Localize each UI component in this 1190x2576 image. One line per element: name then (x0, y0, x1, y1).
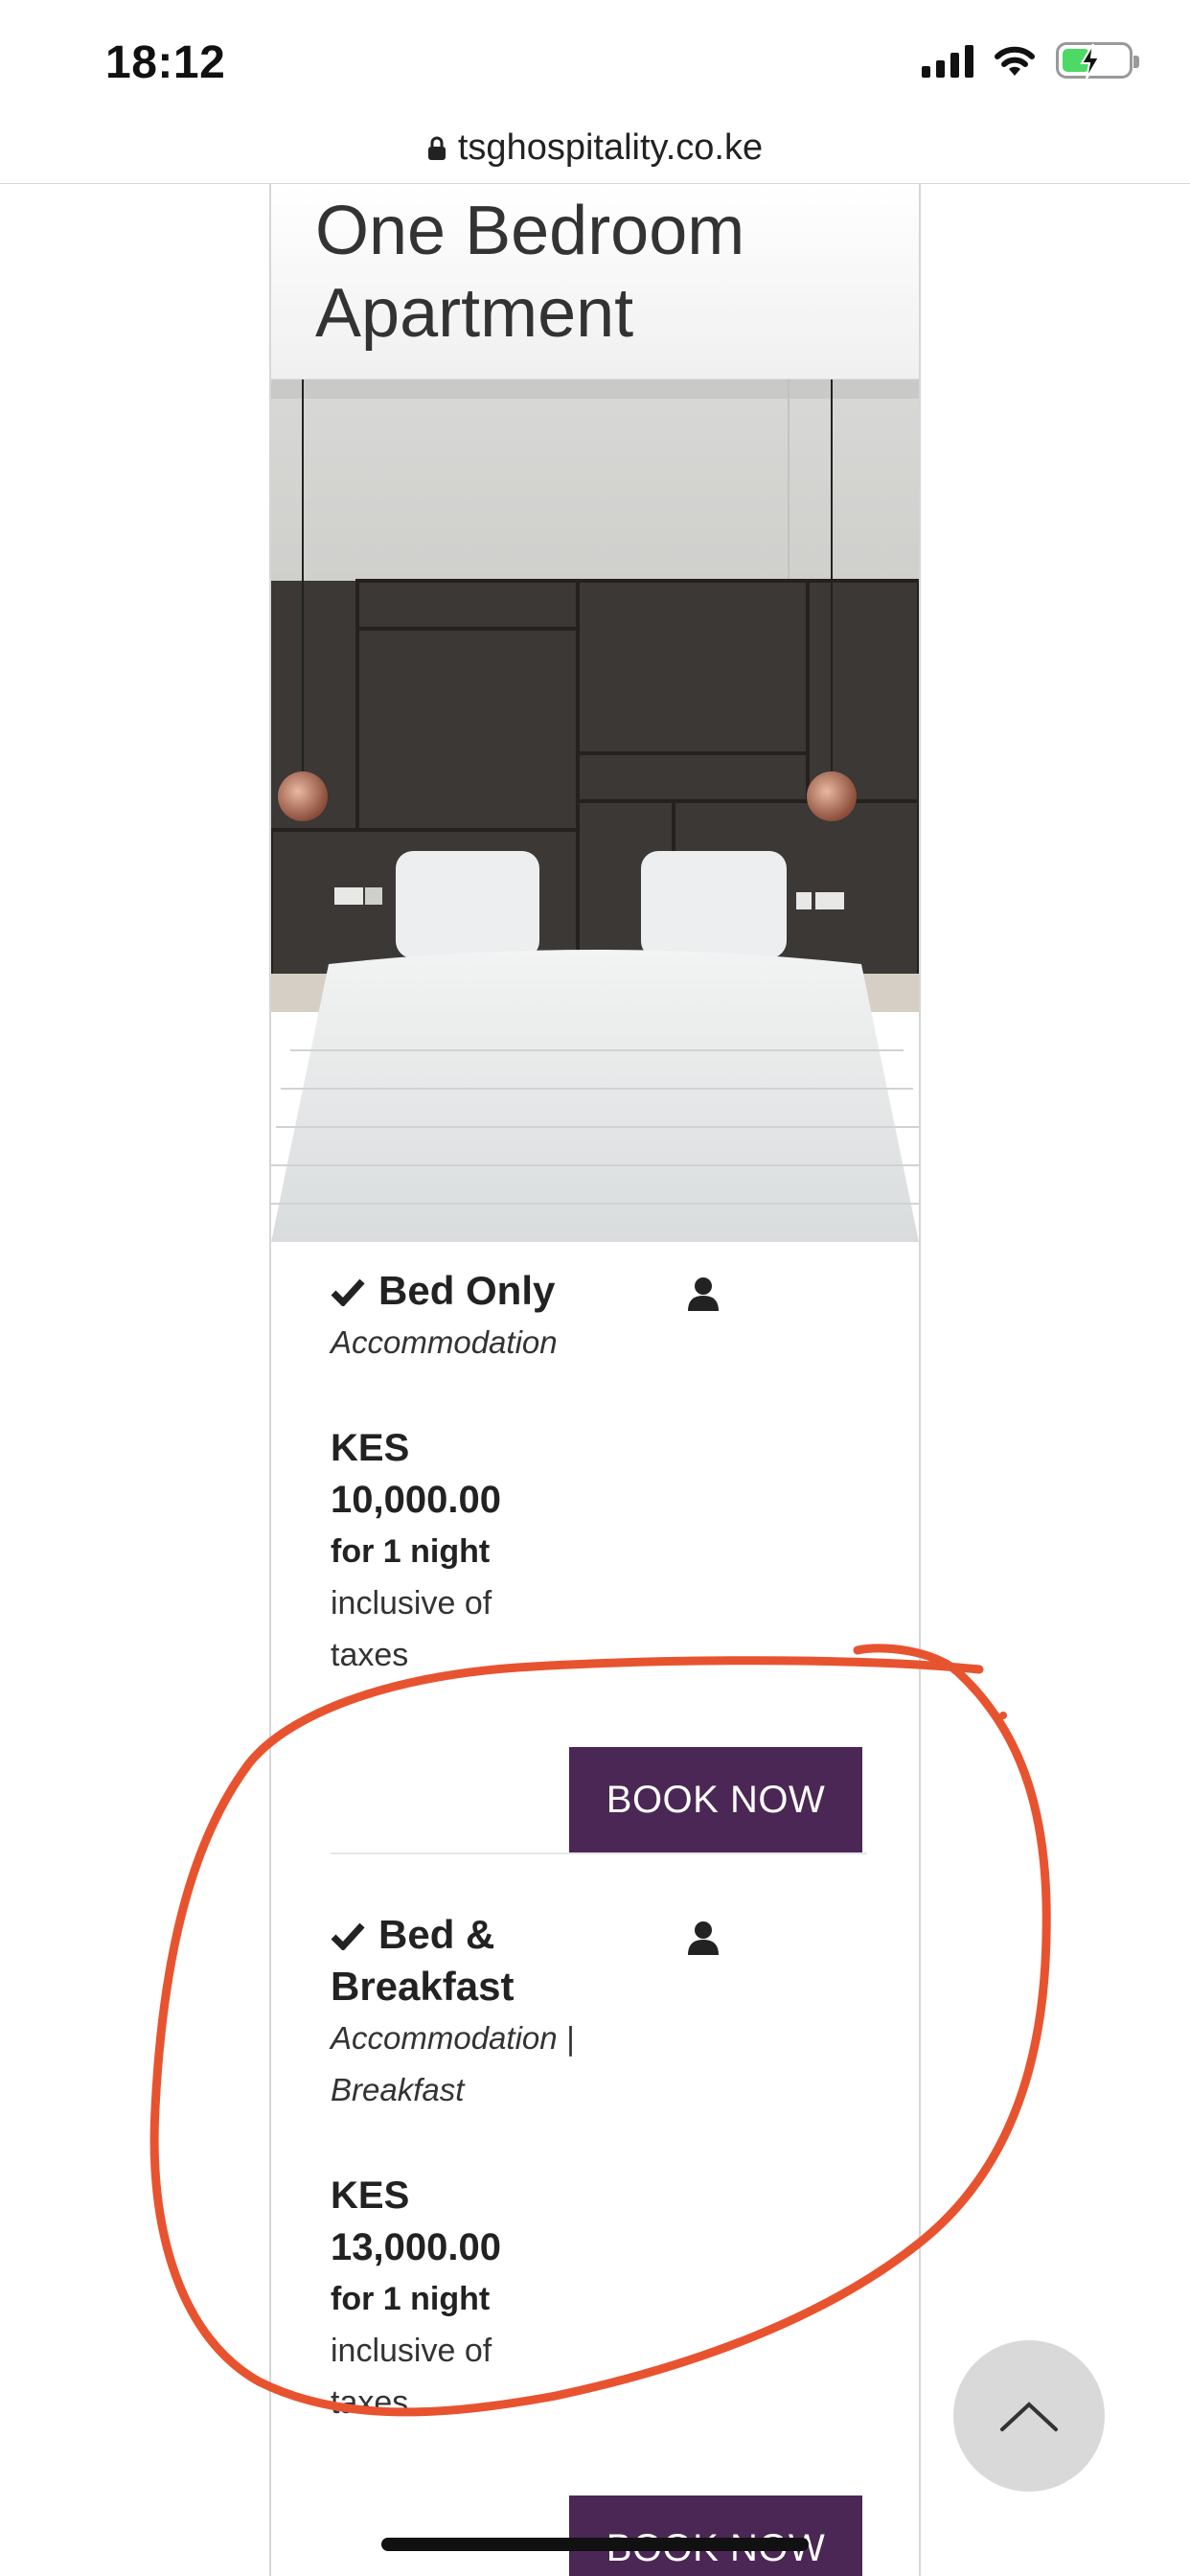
home-indicator (381, 2538, 809, 2551)
rate-bed-breakfast: Bed & Breakfast Accommodation | Breakfas… (331, 1909, 867, 2428)
room-title: One Bedroom Apartment (315, 193, 745, 352)
address-bar[interactable]: tsghospitality.co.ke (0, 113, 1190, 184)
chevron-up-icon (1000, 2402, 1058, 2431)
bedroom-photo (271, 380, 919, 1242)
price-amount: 13,000.00 (331, 2226, 501, 2268)
price-currency: KES (331, 1427, 410, 1469)
person-icon (688, 1921, 719, 1955)
price-nights: for 1 night (331, 1533, 491, 1570)
book-now-button[interactable]: BOOK NOW (569, 1747, 862, 1852)
rate-name: Bed & Breakfast (331, 1912, 515, 2009)
battery-charging-icon (1056, 42, 1139, 80)
checkmark-icon (331, 1922, 365, 1950)
lock-icon (427, 136, 446, 160)
price-nights: for 1 night (331, 2281, 491, 2317)
url-text: tsghospitality.co.ke (457, 127, 764, 168)
status-bar: 18:12 (0, 0, 1190, 125)
scroll-to-top-button[interactable] (953, 2340, 1105, 2492)
wifi-icon (995, 46, 1035, 76)
rate-includes: Accommodation | Breakfast (331, 2020, 575, 2107)
price-currency: KES (331, 2174, 410, 2217)
price-amount: 10,000.00 (331, 1479, 501, 1521)
book-now-button[interactable]: BOOK NOW (569, 2496, 862, 2576)
rate-divider (331, 1852, 867, 1854)
signal-icon (922, 43, 973, 78)
room-card-header: One Bedroom Apartment (271, 184, 919, 380)
status-time: 18:12 (105, 37, 226, 88)
tax-note: inclusive of taxes (331, 2333, 492, 2421)
rate-bed-only: Bed Only Accommodation KES 10,000.00 for… (331, 1265, 867, 1681)
rate-includes: Accommodation (331, 1324, 558, 1360)
tax-note: inclusive of taxes (331, 1585, 492, 1673)
room-card: One Bedroom Apartment Bed Only Accommoda… (269, 184, 921, 2576)
checkmark-icon (331, 1278, 365, 1306)
status-icons (922, 42, 1139, 80)
person-icon (688, 1277, 719, 1311)
rate-name: Bed Only (331, 1265, 867, 1317)
